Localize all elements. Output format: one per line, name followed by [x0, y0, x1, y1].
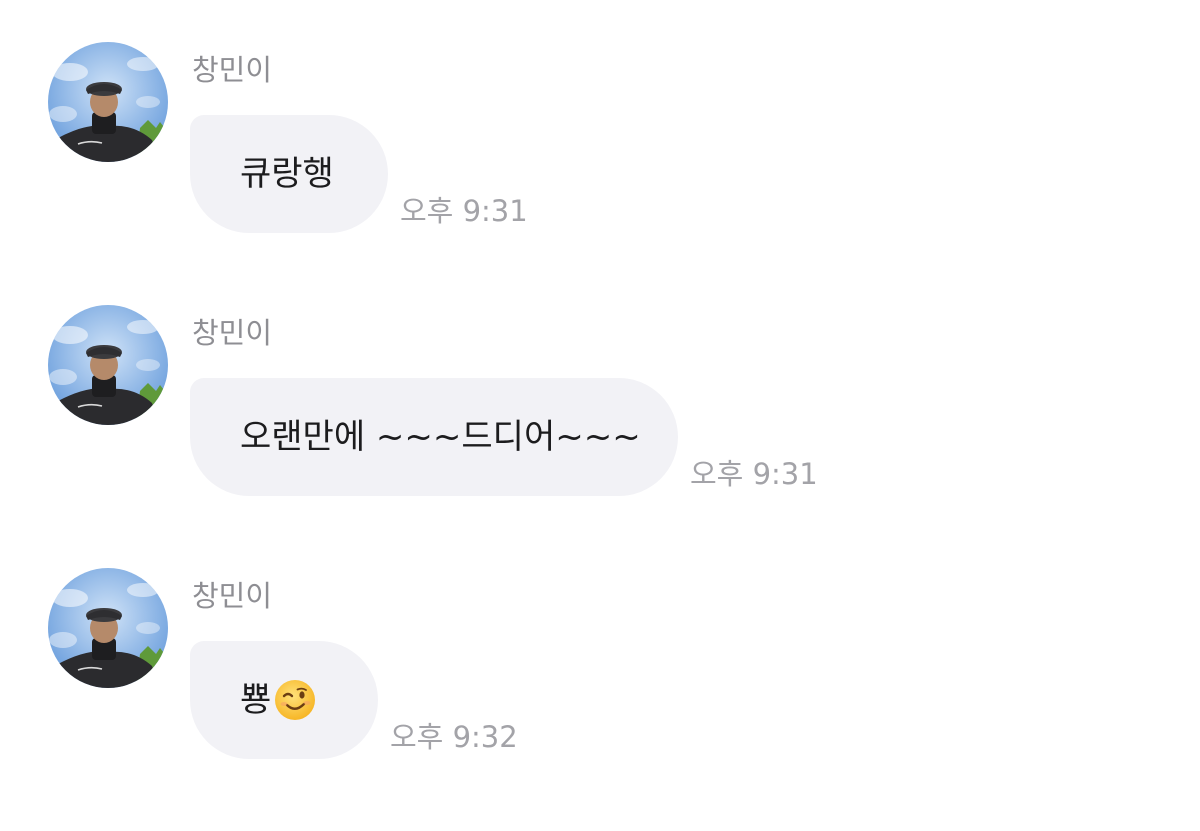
message-bubble[interactable]: 뿅 — [190, 641, 378, 759]
message-time: 오후 9:31 — [690, 457, 818, 491]
message-text: 뿅 — [240, 680, 272, 720]
message-row: 창민이 뿅 오후 9:32 — [0, 526, 1200, 759]
sender-name: 창민이 — [192, 579, 273, 613]
avatar[interactable] — [48, 568, 168, 688]
profile-photo — [48, 42, 168, 162]
profile-photo — [48, 305, 168, 425]
avatar[interactable] — [48, 305, 168, 425]
message-bubble[interactable]: 큐랑행 — [190, 115, 388, 233]
sender-name: 창민이 — [192, 316, 273, 350]
sender-name: 창민이 — [192, 53, 273, 87]
message-time: 오후 9:32 — [390, 720, 518, 754]
winking-face-emoji-icon — [275, 680, 316, 720]
message-bubble[interactable]: 오랜만에 ~~~드디어~~~ — [190, 378, 678, 496]
profile-photo — [48, 568, 168, 688]
message-row: 창민이 오랜만에 ~~~드디어~~~ 오후 9:31 — [0, 263, 1200, 496]
avatar[interactable] — [48, 42, 168, 162]
message-row: 창민이 큐랑행 오후 9:31 — [0, 0, 1200, 233]
message-time: 오후 9:31 — [400, 194, 528, 228]
message-text: 큐랑행 — [240, 154, 334, 194]
message-text: 오랜만에 ~~~드디어~~~ — [240, 417, 641, 457]
